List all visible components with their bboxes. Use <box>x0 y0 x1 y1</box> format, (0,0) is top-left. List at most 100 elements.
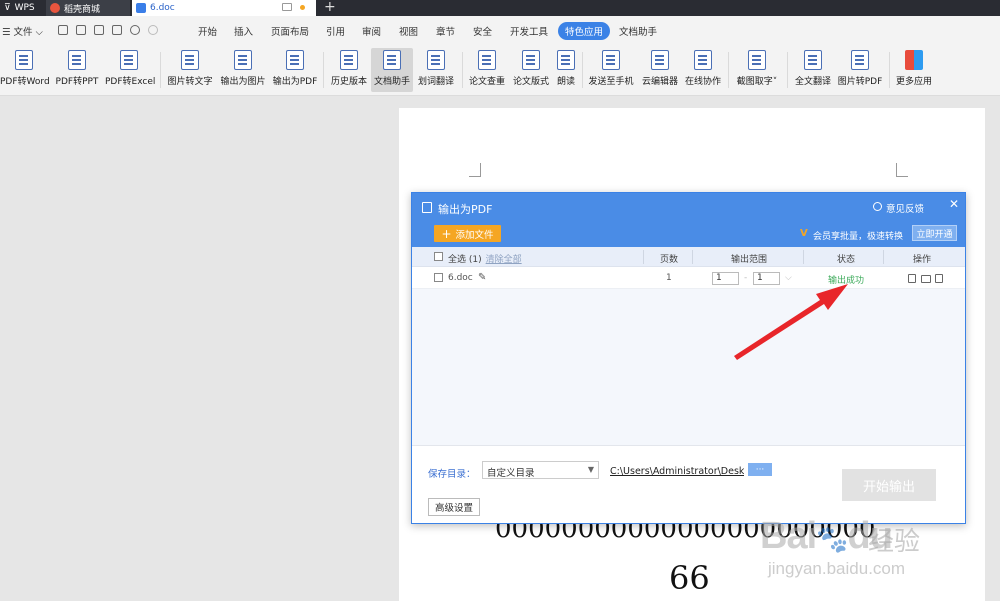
menu-security[interactable]: 安全 <box>473 24 492 38</box>
vip-icon: V <box>800 228 808 239</box>
more-apps-button[interactable]: 更多应用 <box>894 48 934 92</box>
cloud-editor-label: 云编辑器 <box>641 77 678 87</box>
menu-review[interactable]: 审阅 <box>362 24 381 38</box>
advanced-settings-button[interactable]: 高级设置 <box>428 498 480 516</box>
page-count: 1 <box>666 273 672 283</box>
title-bar: ⊽ WPS 稻壳商城 6.doc + <box>0 0 1000 16</box>
select-all-checkbox[interactable] <box>434 252 443 261</box>
translate-icon <box>427 50 445 70</box>
thesis-format-label: 论文版式 <box>512 77 549 87</box>
save-path[interactable]: C:\Users\Administrator\Desktop <box>610 466 744 477</box>
full-translate-icon <box>804 50 822 70</box>
menu-doc-assistant[interactable]: 文档助手 <box>619 24 657 38</box>
margin-corner-mark <box>469 163 481 177</box>
menu-page-layout[interactable]: 页面布局 <box>271 24 309 38</box>
dialog-header: 输出为PDF 意见反馈 ✕ + 添加文件 V 会员享批量，极速转换 立即开通 <box>412 193 965 247</box>
export-pdf-button[interactable]: 输出为PDF <box>272 48 318 92</box>
word-translate-button[interactable]: 划词翻译 <box>416 48 456 92</box>
pdf-to-ppt-label: PDF转PPT <box>55 77 99 87</box>
folder-icon[interactable] <box>921 275 931 283</box>
full-translate-button[interactable]: 全文翻译 <box>793 48 833 92</box>
save-icon[interactable] <box>58 25 68 35</box>
close-icon[interactable]: ✕ <box>949 197 959 211</box>
doc-assistant-button[interactable]: 文档助手 <box>371 48 413 92</box>
pdf-to-word-button[interactable]: PDF转Word <box>0 48 50 92</box>
menu-home[interactable]: 开始 <box>198 24 217 38</box>
monitor-icon[interactable] <box>282 3 292 11</box>
menu-bar: ☰ 文件 ⌵ 开始 插入 页面布局 引用 审阅 视图 章节 安全 开发工具 特色… <box>0 16 1000 44</box>
pdf-word-icon <box>15 50 33 70</box>
toolbar-divider <box>462 52 463 88</box>
full-translate-label: 全文翻译 <box>794 77 831 87</box>
feedback-icon <box>873 202 882 211</box>
tab-docer-store[interactable]: 稻壳商城 <box>46 0 130 16</box>
chevron-down-icon[interactable]: ⌵ <box>785 273 792 283</box>
column-divider <box>883 250 884 264</box>
menu-special-apps[interactable]: 特色应用 <box>558 22 611 40</box>
image-pdf-icon <box>851 50 869 70</box>
toolbar-divider <box>889 52 890 88</box>
file-table-header: 全选 (1) 清除全部 页数 输出范围 状态 操作 <box>412 247 965 267</box>
save-directory-value: 自定义目录 <box>487 468 535 479</box>
edit-icon[interactable]: ✎ <box>478 272 486 283</box>
row-checkbox[interactable] <box>434 273 443 282</box>
start-export-button[interactable]: 开始输出 <box>842 469 936 501</box>
clear-all-link[interactable]: 清除全部 <box>486 255 522 265</box>
online-collab-label: 在线协作 <box>684 77 721 87</box>
pdf-to-excel-button[interactable]: PDF转Excel <box>105 48 155 92</box>
image-to-text-button[interactable]: 图片转文字 <box>167 48 213 92</box>
add-file-label: 添加文件 <box>455 229 494 241</box>
plagiarism-check-label: 论文查重 <box>468 77 505 87</box>
send-to-phone-button[interactable]: 发送至手机 <box>587 48 635 92</box>
new-tab-button[interactable]: + <box>324 0 336 14</box>
plagiarism-check-button[interactable]: 论文查重 <box>467 48 507 92</box>
thesis-format-button[interactable]: 论文版式 <box>511 48 551 92</box>
menu-insert[interactable]: 插入 <box>234 24 253 38</box>
header-pages: 页数 <box>660 255 679 265</box>
open-vip-button[interactable]: 立即开通 <box>912 225 957 241</box>
file-name: 6.doc <box>448 273 473 283</box>
table-row[interactable]: 6.doc ✎ 1 1 - 1 ⌵ 输出成功 <box>412 267 965 289</box>
export-image-button[interactable]: 输出为图片 <box>220 48 266 92</box>
column-divider <box>643 250 644 264</box>
preview-icon[interactable] <box>112 25 122 35</box>
export-image-label: 输出为图片 <box>220 77 266 87</box>
toolbar-divider <box>787 52 788 88</box>
redo-icon[interactable] <box>148 25 158 35</box>
trash-icon[interactable] <box>935 274 943 283</box>
add-file-button[interactable]: + 添加文件 <box>434 225 501 242</box>
menu-references[interactable]: 引用 <box>326 24 345 38</box>
tab-document[interactable]: 6.doc <box>132 0 316 16</box>
file-menu[interactable]: ☰ 文件 ⌵ <box>2 24 43 38</box>
browse-button[interactable]: ··· <box>748 463 772 476</box>
pdf-to-ppt-button[interactable]: PDF转PPT <box>55 48 99 92</box>
export-image-icon <box>234 50 252 70</box>
online-collab-button[interactable]: 在线协作 <box>683 48 723 92</box>
menu-developer[interactable]: 开发工具 <box>510 24 548 38</box>
image-to-pdf-button[interactable]: 图片转PDF <box>837 48 883 92</box>
range-from-input[interactable]: 1 <box>712 272 739 285</box>
menu-chapter[interactable]: 章节 <box>436 24 455 38</box>
ribbon-toolbar: PDF转Word PDF转PPT PDF转Excel 图片转文字 输出为图片 输… <box>0 44 1000 96</box>
cloud-editor-button[interactable]: 云编辑器 <box>640 48 680 92</box>
range-to-input[interactable]: 1 <box>753 272 780 285</box>
tab-wps[interactable]: ⊽ WPS <box>0 0 44 16</box>
document-text-number: 66 <box>669 559 710 597</box>
tab-doc-label: 6.doc <box>150 3 175 13</box>
quick-access-toolbar <box>58 25 158 35</box>
chevron-down-icon: ˅ <box>772 77 778 87</box>
save-directory-select[interactable]: 自定义目录 ▼ <box>482 461 599 479</box>
export-icon[interactable] <box>76 25 86 35</box>
toolbar-divider <box>582 52 583 88</box>
read-aloud-button[interactable]: 朗读 <box>554 48 578 92</box>
print-icon[interactable] <box>94 25 104 35</box>
menu-view[interactable]: 视图 <box>399 24 418 38</box>
history-version-label: 历史版本 <box>330 77 367 87</box>
open-file-icon[interactable] <box>908 274 916 283</box>
undo-icon[interactable] <box>130 25 140 35</box>
screenshot-ocr-button[interactable]: 截图取字˅ <box>734 48 780 92</box>
feedback-link[interactable]: 意见反馈 <box>886 201 924 215</box>
history-version-button[interactable]: 历史版本 <box>329 48 369 92</box>
toolbar-divider <box>323 52 324 88</box>
feedback-label: 意见反馈 <box>886 204 925 215</box>
